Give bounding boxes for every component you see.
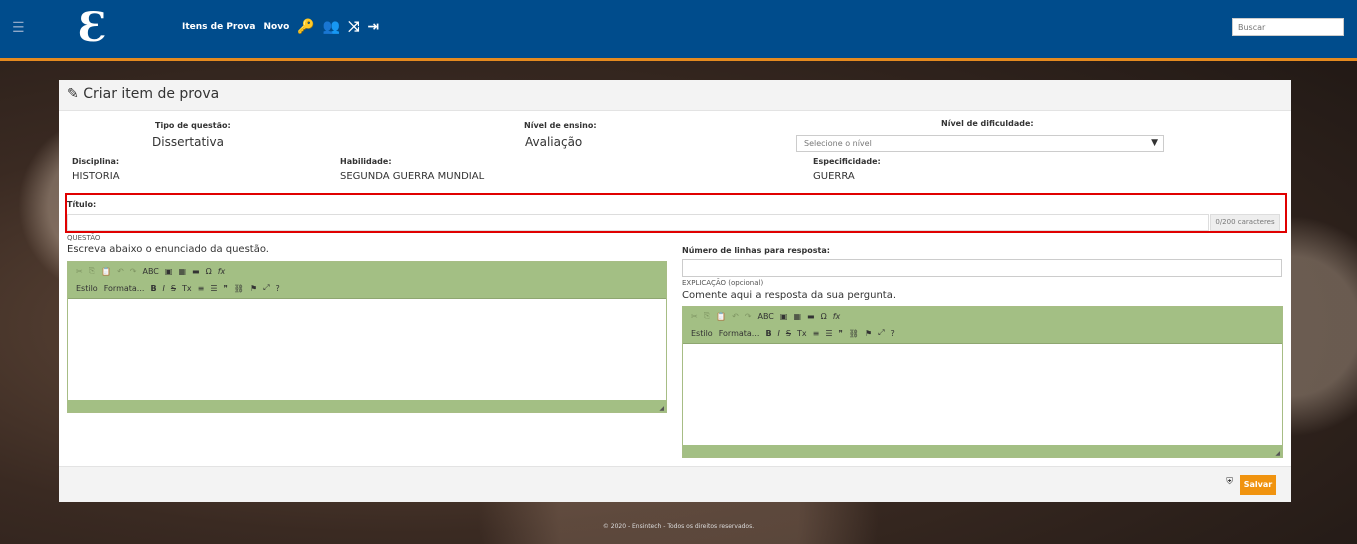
formata-select[interactable]: Formata... [719,329,760,338]
formata-select[interactable]: Formata... [104,284,145,293]
clear-format-icon[interactable]: Tx [182,284,192,293]
spellcheck-icon[interactable]: ABC [757,312,773,321]
titulo-input[interactable] [67,214,1209,231]
dificuldade-select[interactable]: Selecione o nível ▼ [796,135,1164,152]
table-icon[interactable]: ▦ [178,267,186,276]
paste-icon[interactable]: 📋 [101,267,111,276]
questao-label: QUESTÃO [67,234,101,242]
hamburger-icon[interactable]: ☰ [12,20,25,36]
habilidade-value: SEGUNDA GUERRA MUNDIAL [340,171,485,182]
blockquote-icon[interactable]: ❞ [223,284,227,293]
link-icon[interactable]: ⛓ [849,329,859,338]
clear-format-icon[interactable]: Tx [797,329,807,338]
titulo-counter: 0/200 caracteres [1210,214,1280,231]
bullet-list-icon[interactable]: ☰ [210,284,217,293]
estilo-select[interactable]: Estilo [691,329,713,338]
questao-editor-statusbar [68,400,666,412]
users-icon[interactable]: 👥 [323,20,340,34]
linhas-label: Número de linhas para resposta: [682,246,830,255]
questao-hint: Escreva abaixo o enunciado da questão. [67,244,269,255]
logo[interactable]: Ɛ [78,5,107,51]
strike-icon[interactable]: S [171,284,176,293]
linhas-input[interactable] [682,259,1282,277]
ordered-list-icon[interactable]: ≡ [813,329,820,338]
italic-icon[interactable]: I [778,329,780,338]
explicacao-toolbar: ✂ ⎘ 📋 ↶ ↷ ABC ▣ ▦ ▬ Ω fx Estilo Formata.… [683,307,1282,344]
tipo-value: Dissertativa [152,135,224,149]
copyright: © 2020 - Ensintech - Todos os direitos r… [602,523,755,530]
search-input[interactable] [1232,18,1344,36]
cut-icon[interactable]: ✂ [691,312,698,321]
explicacao-editor[interactable]: ✂ ⎘ 📋 ↶ ↷ ABC ▣ ▦ ▬ Ω fx Estilo Formata.… [682,306,1283,458]
page-title: Criar item de prova [83,86,220,102]
bold-icon[interactable]: B [765,329,771,338]
flag-icon[interactable]: ⚑ [250,284,257,293]
especificidade-label: Especificidade: [813,157,881,166]
questao-editor[interactable]: ✂ ⎘ 📋 ↶ ↷ ABC ▣ ▦ ▬ Ω fx Estilo Formata.… [67,261,667,413]
formula-icon[interactable]: fx [833,312,841,321]
redo-icon[interactable]: ↷ [745,312,752,321]
bold-icon[interactable]: B [150,284,156,293]
shield-icon[interactable]: ⛨ [1226,477,1233,487]
copy-icon[interactable]: ⎘ [89,266,95,276]
maximize-icon[interactable]: ⤢ [263,283,269,293]
blockquote-icon[interactable]: ❞ [838,329,842,338]
logout-icon[interactable]: ⇥ [367,20,379,34]
shuffle-icon[interactable]: ⤨ [348,20,359,34]
copy-icon[interactable]: ⎘ [704,311,710,321]
questao-toolbar: ✂ ⎘ 📋 ↶ ↷ ABC ▣ ▦ ▬ Ω fx Estilo Formata.… [68,262,666,299]
panel-header: ✎ Criar item de prova [59,80,1291,111]
image-icon[interactable]: ▣ [165,267,173,276]
image-icon[interactable]: ▣ [780,312,788,321]
nav-links: Itens de Prova Novo 🔑 👥 ⤨ ⇥ [182,20,379,34]
create-item-panel: ✎ Criar item de prova Tipo de questão: D… [59,80,1291,502]
table-icon[interactable]: ▦ [793,312,801,321]
undo-icon[interactable]: ↶ [732,312,739,321]
dificuldade-placeholder: Selecione o nível [804,139,872,148]
tipo-label: Tipo de questão: [155,121,231,130]
explicacao-hint: Comente aqui a resposta da sua pergunta. [682,290,897,301]
nav-itens-de-prova[interactable]: Itens de Prova [182,22,256,32]
panel-footer: ⛨ Salvar [59,466,1291,502]
hr-icon[interactable]: ▬ [192,267,200,276]
nivel-ensino-label: Nível de ensino: [524,121,597,130]
ordered-list-icon[interactable]: ≡ [198,284,205,293]
paste-icon[interactable]: 📋 [716,312,726,321]
estilo-select[interactable]: Estilo [76,284,98,293]
omega-icon[interactable]: Ω [821,312,827,321]
explicacao-label: EXPLICAÇÃO (opcional) [682,279,764,287]
help-icon[interactable]: ? [276,284,280,293]
especificidade-value: GUERRA [813,171,855,182]
italic-icon[interactable]: I [163,284,165,293]
help-icon[interactable]: ? [891,329,895,338]
top-navbar: ☰ Ɛ Itens de Prova Novo 🔑 👥 ⤨ ⇥ [0,0,1357,61]
formula-icon[interactable]: fx [218,267,226,276]
maximize-icon[interactable]: ⤢ [878,328,884,338]
undo-icon[interactable]: ↶ [117,267,124,276]
save-button[interactable]: Salvar [1240,475,1276,495]
nivel-ensino-value: Avaliação [525,135,583,149]
disciplina-label: Disciplina: [72,157,120,166]
strike-icon[interactable]: S [786,329,791,338]
link-icon[interactable]: ⛓ [234,284,244,293]
pencil-icon: ✎ [67,86,79,102]
bullet-list-icon[interactable]: ☰ [825,329,832,338]
omega-icon[interactable]: Ω [206,267,212,276]
disciplina-value: HISTORIA [72,171,120,182]
titulo-label: Título: [67,200,97,209]
key-icon[interactable]: 🔑 [297,20,314,34]
cut-icon[interactable]: ✂ [76,267,83,276]
habilidade-label: Habilidade: [340,157,392,166]
chevron-down-icon: ▼ [1151,138,1158,148]
dificuldade-label: Nível de dificuldade: [941,119,1034,128]
spellcheck-icon[interactable]: ABC [142,267,158,276]
explicacao-editor-statusbar [683,445,1282,457]
redo-icon[interactable]: ↷ [130,267,137,276]
nav-novo[interactable]: Novo [264,22,290,32]
hr-icon[interactable]: ▬ [807,312,815,321]
flag-icon[interactable]: ⚑ [865,329,872,338]
